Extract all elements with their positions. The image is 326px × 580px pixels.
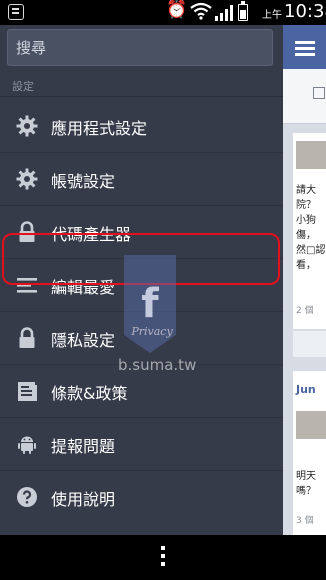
post-card[interactable]: Jun 明天 嗎？ 3 個 [293,371,326,535]
feed-subbar [283,69,326,124]
avatar [296,141,326,169]
navigation-bar [0,535,326,580]
menu-item-terms-policies[interactable]: 條款&政策 [0,365,283,418]
post-text: 明天 嗎？ [296,471,316,497]
feed-topbar [283,25,326,69]
menu-item-edit-favorites[interactable]: 編輯最愛 [0,259,283,312]
menu-icon[interactable] [295,41,315,56]
overflow-menu-icon[interactable] [160,546,166,570]
signal-icon [215,5,233,21]
section-label: 設定 [12,80,34,93]
search-box [7,29,273,66]
menu-item-report-problem[interactable]: 提報問題 [0,418,283,471]
menu-item-label: 使用說明 [51,490,116,509]
news-feed-peek: 請大 院？ 小狗 傷， 然□認 看， 2 個 Jun 明天 嗎？ 3 個 [283,25,326,535]
divider [0,96,283,97]
menu-item-help[interactable]: 使用說明 [0,471,283,524]
menu-item-code-generator[interactable]: 代碼產生器 [0,206,283,259]
menu-item-label: 條款&政策 [51,384,128,403]
menu-item-label: 編輯最愛 [51,278,116,297]
menu-item-label: 應用程式設定 [51,119,148,138]
status-bar: ⏰ 上午 10:38 [0,0,326,25]
menu-item-label: 隱私設定 [51,331,116,350]
lines-icon [17,278,37,293]
status-clock: 10:38 [284,1,326,22]
menu-item-label: 代碼產生器 [51,225,132,244]
post-meta: 2 個 [296,306,314,316]
menu-item-privacy-settings[interactable]: 隱私設定 [0,312,283,365]
wifi-icon [190,2,212,20]
edit-icon[interactable] [313,87,325,99]
post-text: 請大 院？ 小狗 傷， 然□認 看， [296,185,326,271]
menu-item-label: 帳號設定 [51,172,116,191]
menu-item-label: 提報問題 [51,437,116,456]
search-input[interactable] [8,30,272,65]
post-card[interactable]: 請大 院？ 小狗 傷， 然□認 看， 2 個 [293,133,326,329]
avatar [296,411,326,439]
alarm-icon: ⏰ [166,0,188,20]
notification-icon [8,4,24,20]
menu-item-app-settings[interactable]: 應用程式設定 [0,100,283,153]
post-meta: 3 個 [296,516,314,526]
menu-item-account-settings[interactable]: 帳號設定 [0,153,283,206]
lock-icon [19,221,35,242]
question-icon [17,487,37,507]
android-icon [18,436,36,454]
document-icon [18,382,37,401]
lock-icon [19,327,35,348]
post-date: Jun [296,383,316,396]
status-ampm: 上午 [262,10,282,21]
gear-icon [16,168,38,190]
settings-sidebar: 設定 應用程式設定 [0,25,283,535]
post-actions [293,331,326,357]
battery-icon [238,1,248,21]
gear-icon [16,115,38,137]
